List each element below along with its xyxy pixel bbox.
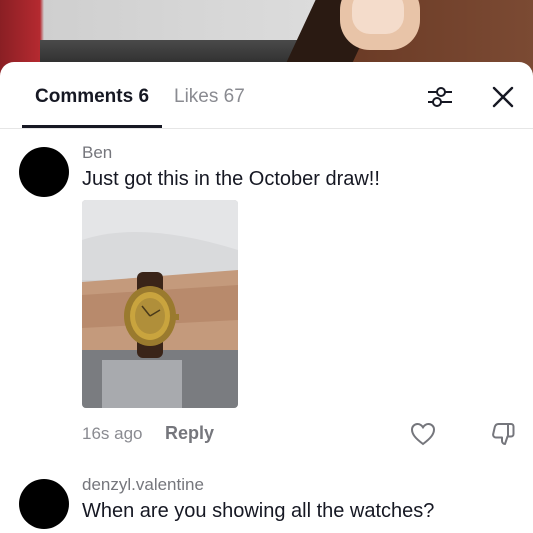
reply-button[interactable]: Reply: [165, 423, 214, 444]
comment-timestamp: 16s ago: [82, 424, 143, 443]
tab-comments[interactable]: Comments 6: [35, 86, 149, 108]
close-icon: [492, 86, 514, 108]
comments-sheet: Comments 6 Likes 67: [0, 62, 533, 533]
comment-username[interactable]: denzyl.valentine: [82, 475, 204, 495]
thumbs-down-icon: [492, 423, 515, 445]
comment-text: Just got this in the October draw!!: [82, 168, 380, 190]
comment-text: When are you showing all the watches?: [82, 500, 435, 522]
active-tab-indicator: [22, 125, 162, 128]
dislike-button[interactable]: [489, 420, 517, 448]
comment-username[interactable]: Ben: [82, 143, 112, 163]
video-fingernail: [352, 0, 404, 34]
comment-image[interactable]: [82, 200, 238, 408]
watch-photo: [82, 200, 238, 408]
avatar[interactable]: [19, 147, 69, 197]
like-button[interactable]: [409, 420, 437, 448]
close-button[interactable]: [488, 82, 518, 112]
tab-bar: Comments 6 Likes 67: [0, 62, 533, 129]
avatar[interactable]: [19, 479, 69, 529]
tab-likes[interactable]: Likes 67: [174, 86, 245, 108]
sliders-icon: [428, 87, 452, 107]
heart-icon: [410, 422, 436, 446]
filter-button[interactable]: [425, 82, 455, 112]
